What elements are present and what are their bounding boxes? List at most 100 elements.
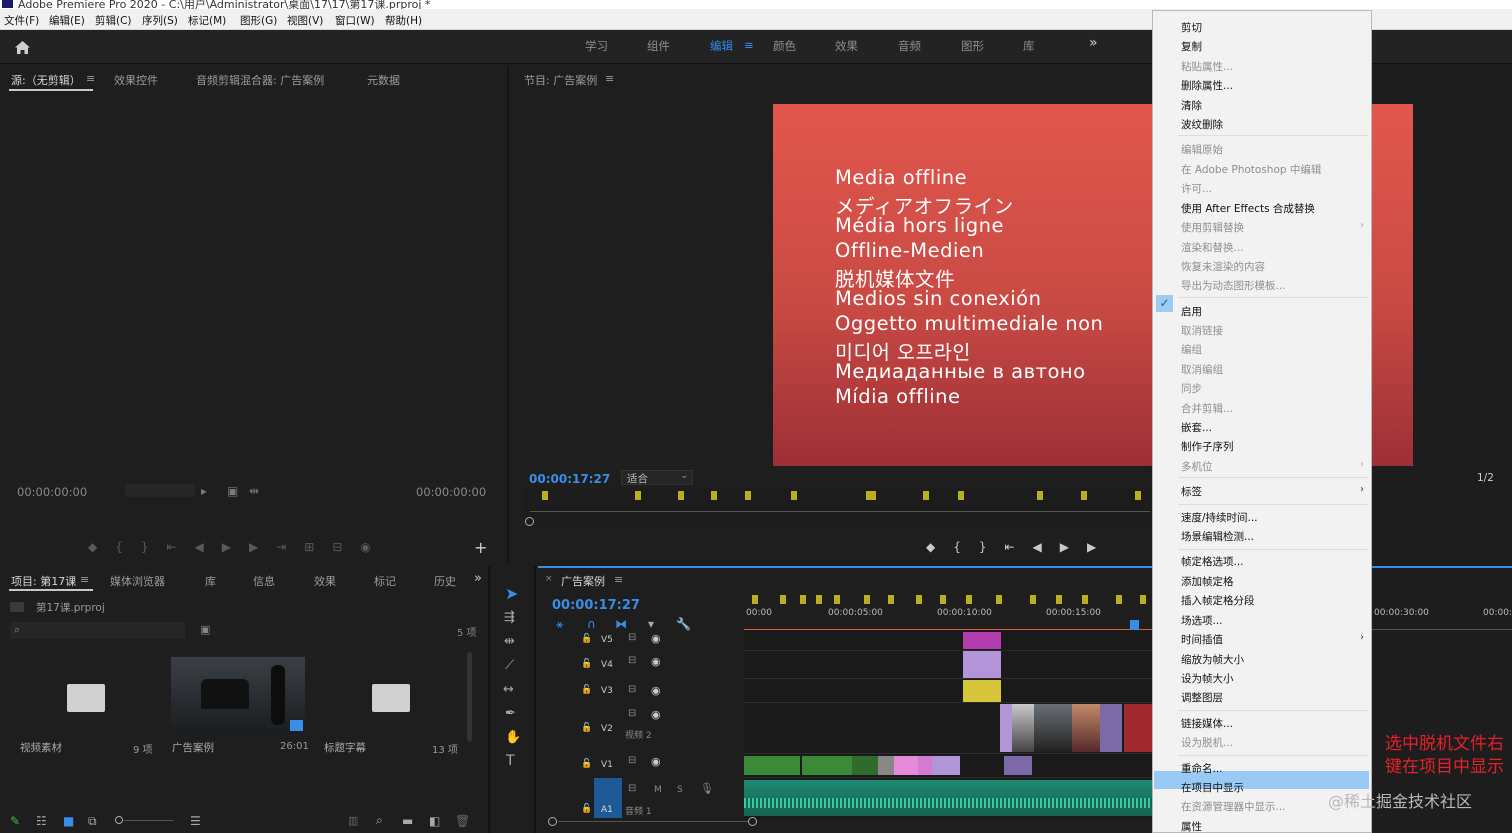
- program-playhead-start-icon[interactable]: [525, 517, 534, 526]
- source-add-button-icon[interactable]: +: [474, 538, 487, 557]
- timeline-clip[interactable]: [1004, 756, 1032, 775]
- automate-icon[interactable]: ▥: [348, 814, 358, 827]
- context-menu-item[interactable]: 编辑原始: [1181, 142, 1223, 157]
- bin-item[interactable]: 标题字幕 13 项: [315, 652, 465, 762]
- context-menu-item[interactable]: 波纹删除: [1181, 117, 1223, 132]
- context-menu-item[interactable]: 渲染和替换...: [1181, 240, 1244, 255]
- project-search-input[interactable]: ⌕: [10, 622, 185, 639]
- track-id[interactable]: V1: [601, 760, 613, 770]
- film-icon[interactable]: ⊟: [628, 655, 636, 666]
- source-drag-icon[interactable]: ⇹: [249, 484, 259, 498]
- eye-icon[interactable]: ◉: [651, 684, 661, 697]
- context-menu-item[interactable]: 粘贴属性...: [1181, 59, 1233, 74]
- timeline-clip[interactable]: [963, 680, 1001, 702]
- context-menu-item[interactable]: 取消编组: [1181, 362, 1223, 377]
- wrench-icon[interactable]: 🔧: [676, 617, 691, 631]
- context-menu-item[interactable]: 同步: [1181, 381, 1202, 396]
- timeline-timecode[interactable]: 00:00:17:27: [552, 598, 640, 613]
- timeline-clip[interactable]: [963, 632, 1001, 649]
- ripple-edit-tool-icon[interactable]: ⇹: [504, 634, 515, 649]
- context-menu-item[interactable]: 添加帧定格: [1181, 574, 1234, 589]
- timeline-sequence-tab[interactable]: 广告案例: [561, 573, 605, 589]
- find-icon[interactable]: ⌕: [376, 813, 383, 828]
- context-menu-item[interactable]: 速度/持续时间...: [1181, 510, 1258, 525]
- context-menu-item[interactable]: 编组: [1181, 342, 1202, 357]
- eye-icon[interactable]: ◉: [651, 655, 661, 668]
- slip-tool-icon[interactable]: ↔: [503, 682, 514, 697]
- context-menu-item[interactable]: 多机位: [1181, 459, 1213, 474]
- timeline-clip[interactable]: [1100, 704, 1122, 752]
- sort-icon[interactable]: ☰: [190, 814, 201, 828]
- film-icon[interactable]: ⊟: [628, 684, 636, 695]
- project-scrollbar[interactable]: [467, 652, 472, 742]
- lock-icon[interactable]: 🔓: [581, 804, 592, 814]
- track-id[interactable]: V3: [601, 686, 613, 696]
- close-icon[interactable]: ×: [545, 574, 553, 584]
- list-view-icon[interactable]: ☷: [36, 814, 47, 828]
- film-icon[interactable]: ⊟: [628, 755, 636, 766]
- panel-overflow-icon[interactable]: »: [474, 571, 482, 586]
- context-menu-item[interactable]: 恢复未渲染的内容: [1181, 259, 1265, 274]
- timeline-scrollbar[interactable]: [548, 817, 1152, 827]
- timeline-ruler[interactable]: 00:00 00:00:05:00 00:00:10:00 00:00:15:0…: [744, 592, 1152, 632]
- context-menu-item[interactable]: 导出为动态图形模板...: [1181, 278, 1286, 293]
- context-menu-item[interactable]: 使用 After Effects 合成替换: [1181, 201, 1315, 216]
- source-zoom-dropdown[interactable]: [125, 484, 195, 497]
- lock-icon[interactable]: 🔓: [581, 759, 592, 769]
- timeline-clip[interactable]: [1000, 704, 1012, 752]
- source-timecode-in[interactable]: 00:00:00:00: [17, 485, 87, 499]
- timeline-clip[interactable]: [963, 651, 1001, 678]
- timeline-clip[interactable]: [802, 756, 852, 775]
- freeform-view-icon[interactable]: ⧉: [88, 814, 97, 829]
- context-menu-item[interactable]: 帧定格选项...: [1181, 554, 1244, 569]
- menu-marker[interactable]: 标记(M): [188, 13, 226, 28]
- timeline-clip-thumbnail[interactable]: [1072, 704, 1100, 752]
- home-icon[interactable]: [14, 40, 31, 55]
- context-menu-item[interactable]: 使用剪辑替换: [1181, 220, 1244, 235]
- workspace-audio[interactable]: 音频: [898, 38, 921, 54]
- context-menu-item[interactable]: 时间插值: [1181, 632, 1223, 647]
- context-menu-item[interactable]: 场景编辑检测...: [1181, 529, 1254, 544]
- project-menu-icon[interactable]: ≡: [80, 573, 89, 586]
- menu-view[interactable]: 视图(V): [287, 13, 323, 28]
- icon-view-icon[interactable]: ■: [63, 814, 74, 828]
- film-icon[interactable]: ⊟: [628, 783, 636, 794]
- tab-info[interactable]: 信息: [253, 573, 275, 589]
- lock-icon[interactable]: 🔓: [581, 685, 592, 695]
- track-id[interactable]: A1: [601, 805, 613, 815]
- program-menu-icon[interactable]: ≡: [605, 72, 614, 85]
- context-menu-item[interactable]: 属性: [1181, 819, 1202, 833]
- menu-sequence[interactable]: 序列(S): [142, 13, 178, 28]
- audio-clip[interactable]: [744, 780, 1152, 816]
- timeline-clip[interactable]: [878, 756, 894, 775]
- program-title[interactable]: 节目: 广告案例: [524, 72, 597, 88]
- tab-history[interactable]: 历史: [434, 573, 456, 589]
- eye-icon[interactable]: ◉: [651, 708, 661, 721]
- context-menu-item[interactable]: 调整图层: [1181, 690, 1223, 705]
- tab-effect-controls[interactable]: 效果控件: [114, 72, 158, 88]
- workspace-editing[interactable]: 编辑: [710, 38, 733, 54]
- program-fit-dropdown[interactable]: 适合 ⌄: [621, 470, 693, 485]
- add-marker-icon[interactable]: ▾: [648, 617, 654, 631]
- hand-tool-icon[interactable]: ✋: [505, 730, 521, 745]
- context-menu-item[interactable]: 制作子序列: [1181, 439, 1234, 454]
- workspace-more-icon[interactable]: »: [1089, 35, 1098, 51]
- tab-source[interactable]: 源:（无剪辑）: [11, 72, 81, 88]
- context-menu-item[interactable]: 插入帧定格分段: [1181, 593, 1255, 608]
- program-transport-controls[interactable]: ◆{}⇤◀▶▶: [926, 540, 1151, 556]
- microphone-icon[interactable]: 🎙: [700, 782, 714, 795]
- context-menu-item[interactable]: 标签: [1181, 484, 1202, 499]
- timeline-clip[interactable]: [852, 756, 878, 775]
- tab-metadata[interactable]: 元数据: [367, 72, 400, 88]
- context-menu-item[interactable]: 在项目中显示: [1181, 780, 1244, 795]
- context-menu-item[interactable]: 在 Adobe Photoshop 中编辑: [1181, 162, 1321, 177]
- linked-selection-icon[interactable]: ⧓: [615, 617, 627, 631]
- tab-project[interactable]: 项目: 第17课: [11, 573, 76, 589]
- timeline-clip[interactable]: [918, 756, 932, 775]
- track-id[interactable]: V2: [601, 724, 613, 734]
- eye-icon[interactable]: ◉: [651, 632, 661, 645]
- type-tool-icon[interactable]: T: [506, 753, 515, 769]
- tab-libraries[interactable]: 库: [205, 573, 216, 589]
- track-id[interactable]: V5: [601, 635, 613, 645]
- context-menu-item[interactable]: 设为脱机...: [1181, 735, 1233, 750]
